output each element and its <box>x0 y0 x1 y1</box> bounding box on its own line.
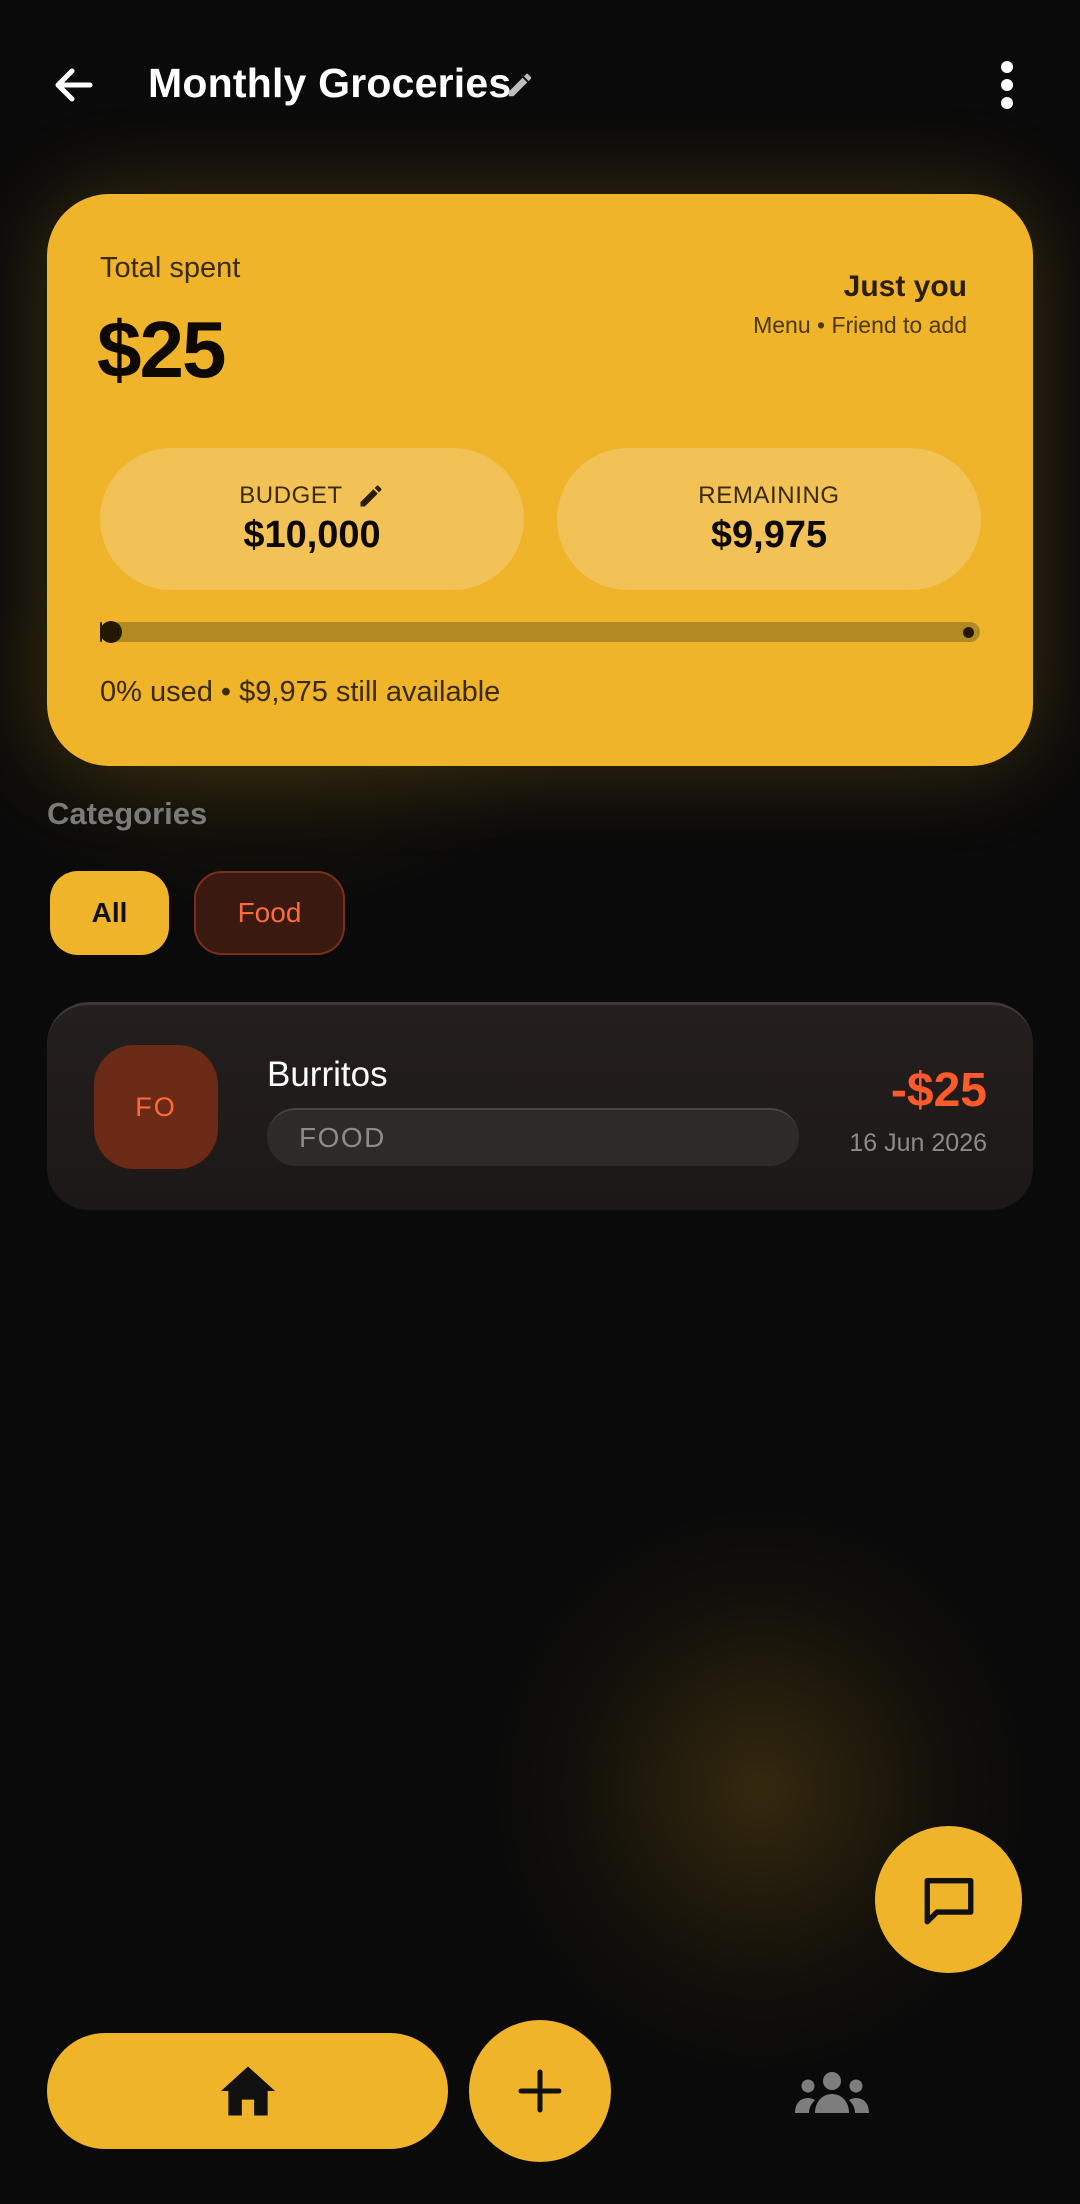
usage-text: 0% used • $9,975 still available <box>100 676 501 708</box>
chat-icon <box>924 1877 973 1924</box>
category-tag-label: FOOD <box>299 1122 386 1153</box>
total-spent-label: Total spent <box>100 252 241 284</box>
progress-start-dot <box>100 621 122 643</box>
transaction-date: 16 Jun 2026 <box>849 1129 987 1157</box>
remaining-label: REMAINING <box>698 481 840 509</box>
top-app-bar: Monthly Groceries <box>0 0 1080 170</box>
share-subtitle: Menu • Friend to add <box>753 312 967 338</box>
budget-summary-card: Total spent $25 Just you Menu • Friend t… <box>47 194 1033 766</box>
transaction-name: Burritos <box>267 1055 388 1094</box>
more-vertical-icon <box>1001 61 1013 109</box>
progress-end-dot <box>963 627 974 638</box>
people-icon <box>795 2072 869 2113</box>
category-chip-food[interactable]: Food <box>194 871 345 955</box>
plus-icon <box>518 2069 562 2113</box>
more-options-button[interactable] <box>990 56 1024 114</box>
pencil-icon <box>360 484 382 506</box>
total-spent-value: $25 <box>97 305 226 394</box>
arrow-left-icon <box>55 68 93 102</box>
budget-value: $10,000 <box>243 513 381 556</box>
category-avatar: FO <box>94 1045 218 1169</box>
remaining-value: $9,975 <box>710 513 828 556</box>
page-title: Monthly Groceries <box>148 60 512 106</box>
add-expense-button[interactable] <box>469 2020 611 2162</box>
screen: Monthly Groceries Total spent $25 Just y… <box>0 0 1080 2204</box>
edit-title-button[interactable] <box>505 70 535 100</box>
categories-heading: Categories <box>47 796 208 831</box>
nav-home-button[interactable] <box>47 2033 448 2149</box>
home-icon <box>220 2066 275 2116</box>
budget-label-row: BUDGET <box>239 482 385 510</box>
category-chip-all[interactable]: All <box>50 871 169 955</box>
chat-button[interactable] <box>875 1826 1022 1973</box>
budget-label: BUDGET <box>239 481 343 509</box>
transaction-amount: -$25 <box>890 1064 987 1117</box>
budget-progress-bar <box>100 621 980 643</box>
nav-people-button[interactable] <box>782 2058 882 2128</box>
category-tag: FOOD <box>267 1108 799 1166</box>
share-title: Just you <box>843 270 967 303</box>
budget-pill[interactable]: BUDGET $10,000 <box>100 448 524 590</box>
remaining-pill: REMAINING $9,975 <box>557 448 981 590</box>
transaction-card[interactable]: FO Burritos FOOD -$25 16 Jun 2026 <box>47 1002 1033 1210</box>
back-button[interactable] <box>44 55 104 115</box>
pencil-icon <box>508 73 532 97</box>
